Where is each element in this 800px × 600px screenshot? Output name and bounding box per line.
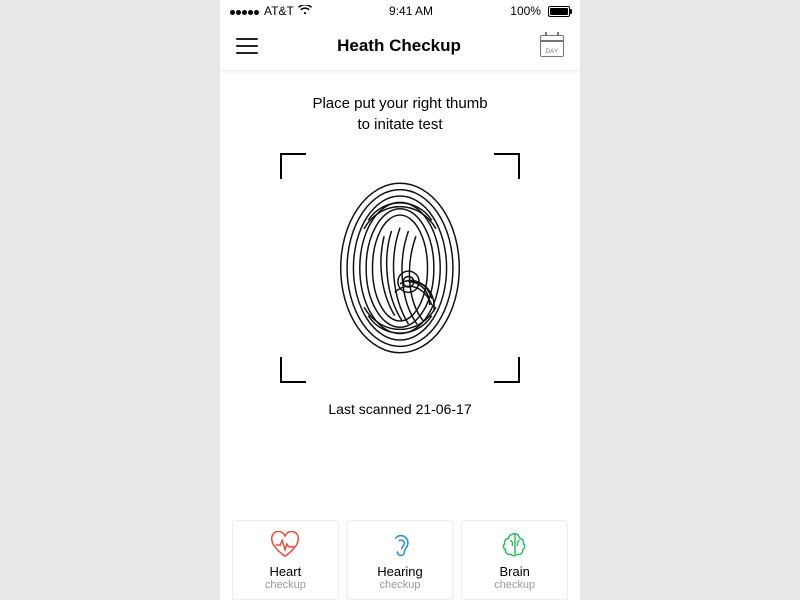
heart-icon <box>270 531 300 559</box>
clock-label: 9:41 AM <box>389 4 433 18</box>
hearing-checkup-card[interactable]: Hearing checkup <box>347 520 454 600</box>
scan-corner-icon <box>494 153 520 179</box>
phone-frame: AT&T 9:41 AM 100% Heath Checkup DAY Plac… <box>220 0 580 600</box>
calendar-day-label: DAY <box>541 49 563 55</box>
battery-icon <box>545 6 570 17</box>
heart-checkup-card[interactable]: Heart checkup <box>232 520 339 600</box>
ear-icon <box>385 531 415 559</box>
carrier-label: AT&T <box>264 4 294 18</box>
instruction-text: Place put your right thumb to initate te… <box>312 93 487 135</box>
scan-corner-icon <box>494 357 520 383</box>
page-title: Heath Checkup <box>337 36 461 56</box>
card-label: Heart <box>269 565 301 579</box>
last-scanned-text: Last scanned 21-06-17 <box>328 401 471 417</box>
fingerprint-icon <box>335 178 465 358</box>
calendar-icon[interactable]: DAY <box>540 35 564 57</box>
battery-percent-label: 100% <box>510 4 541 18</box>
status-bar: AT&T 9:41 AM 100% <box>220 0 580 22</box>
menu-icon[interactable] <box>236 38 258 54</box>
wifi-icon <box>298 4 312 18</box>
scan-corner-icon <box>280 357 306 383</box>
brain-checkup-card[interactable]: Brain checkup <box>461 520 568 600</box>
card-label: Hearing <box>377 565 423 579</box>
card-sublabel: checkup <box>494 579 535 591</box>
card-label: Brain <box>500 565 530 579</box>
fingerprint-scan-area[interactable] <box>280 153 520 383</box>
brain-icon <box>500 531 530 559</box>
checkup-cards: Heart checkup Hearing checkup Brain chec… <box>220 510 580 600</box>
scan-corner-icon <box>280 153 306 179</box>
main-content: Place put your right thumb to initate te… <box>220 71 580 510</box>
card-sublabel: checkup <box>265 579 306 591</box>
card-sublabel: checkup <box>380 579 421 591</box>
app-header: Heath Checkup DAY <box>220 22 580 71</box>
signal-dots-icon <box>230 4 260 18</box>
